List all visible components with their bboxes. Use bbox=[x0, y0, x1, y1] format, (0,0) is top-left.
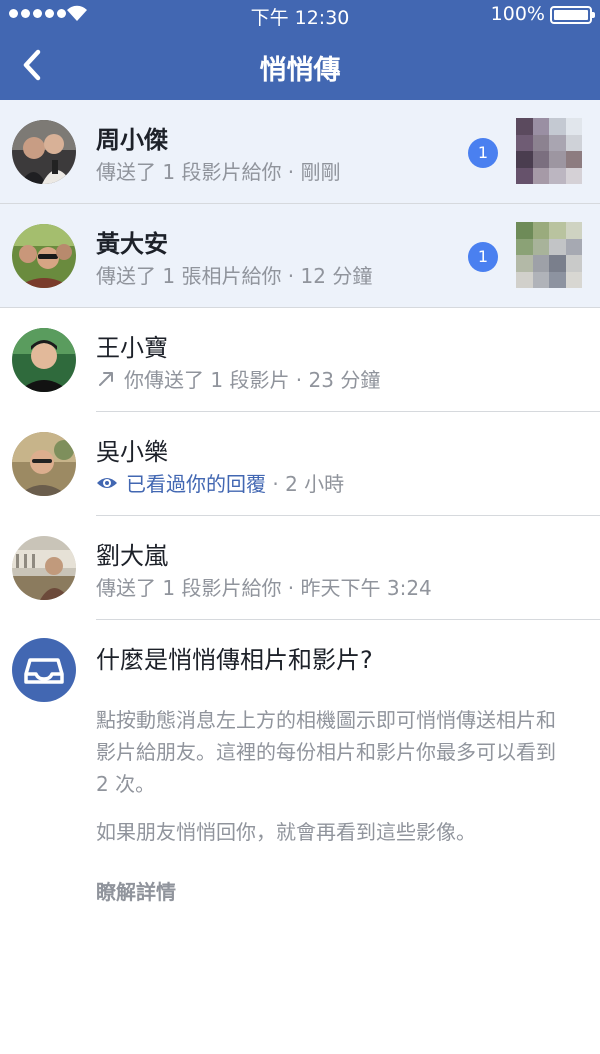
seen-text: 已看過你的回覆 bbox=[126, 472, 266, 496]
message-status: 傳送了 1 段影片給你 · 剛剛 bbox=[96, 156, 341, 185]
message-status: 傳送了 1 段影片給你 · 昨天下午 3:24 bbox=[96, 572, 432, 601]
inbox-icon bbox=[12, 638, 76, 702]
thumbnail-pixel bbox=[532, 238, 549, 255]
battery-icon bbox=[550, 6, 595, 24]
thumbnail-pixel bbox=[565, 222, 582, 239]
navigation-bar: 悄悄傳 bbox=[0, 30, 600, 100]
message-status: 已看過你的回覆 · 2 小時 bbox=[96, 468, 344, 497]
conversation-list: 周小傑 傳送了 1 段影片給你 · 剛剛 1 黃大安 傳送了 1 張相片給你 ·… bbox=[0, 100, 600, 620]
learn-more-link[interactable]: 瞭解詳情 bbox=[96, 876, 176, 905]
page-title: 悄悄傳 bbox=[259, 55, 341, 86]
thumbnail-pixel bbox=[532, 255, 549, 272]
media-thumbnail bbox=[516, 118, 582, 184]
avatar bbox=[12, 432, 76, 496]
unread-badge: 1 bbox=[468, 138, 498, 168]
avatar bbox=[12, 536, 76, 600]
thumbnail-pixel bbox=[516, 118, 533, 135]
thumbnail-pixel bbox=[532, 167, 549, 184]
contact-name: 周小傑 bbox=[96, 126, 168, 154]
thumbnail-pixel bbox=[532, 118, 549, 135]
battery-percentage: 100% bbox=[490, 3, 545, 25]
thumbnail-pixel bbox=[516, 271, 533, 288]
thumbnail-pixel bbox=[565, 271, 582, 288]
thumbnail-pixel bbox=[516, 255, 533, 272]
avatar bbox=[12, 328, 76, 392]
thumbnail-pixel bbox=[516, 134, 533, 151]
thumbnail-pixel bbox=[516, 222, 533, 239]
back-button[interactable] bbox=[14, 46, 50, 84]
status-text: 你傳送了 1 段影片 · 23 分鐘 bbox=[124, 368, 381, 392]
conversation-row[interactable]: 周小傑 傳送了 1 段影片給你 · 剛剛 1 bbox=[0, 100, 600, 204]
eye-icon bbox=[97, 477, 117, 488]
thumbnail-pixel bbox=[565, 167, 582, 184]
contact-name: 王小寶 bbox=[96, 334, 168, 362]
status-bar: 下午 12:30 100% bbox=[0, 0, 600, 30]
row-divider bbox=[96, 619, 600, 620]
avatar bbox=[12, 224, 76, 288]
thumbnail-pixel bbox=[549, 118, 566, 135]
thumbnail-pixel bbox=[549, 151, 566, 168]
thumbnail-pixel bbox=[565, 151, 582, 168]
message-status: 傳送了 1 張相片給你 · 12 分鐘 bbox=[96, 260, 372, 289]
chevron-left-icon bbox=[23, 49, 41, 81]
media-thumbnail bbox=[516, 222, 582, 288]
info-paragraph: 如果朋友悄悄回你，就會再看到這些影像。 bbox=[96, 820, 476, 844]
contact-name: 吳小樂 bbox=[96, 438, 168, 466]
thumbnail-pixel bbox=[549, 167, 566, 184]
status-text: 傳送了 1 段影片給你 · 昨天下午 3:24 bbox=[96, 576, 432, 600]
conversation-row[interactable]: 黃大安 傳送了 1 張相片給你 · 12 分鐘 1 bbox=[0, 204, 600, 308]
conversation-row[interactable]: 吳小樂 已看過你的回覆 · 2 小時 bbox=[0, 412, 600, 516]
status-text: 傳送了 1 段影片給你 · 剛剛 bbox=[96, 160, 341, 184]
message-status: 你傳送了 1 段影片 · 23 分鐘 bbox=[96, 364, 380, 393]
thumbnail-pixel bbox=[549, 271, 566, 288]
thumbnail-pixel bbox=[549, 255, 566, 272]
app-header: 下午 12:30 100% 悄悄傳 bbox=[0, 0, 600, 100]
sent-arrow-icon bbox=[99, 371, 113, 386]
thumbnail-pixel bbox=[565, 238, 582, 255]
thumbnail-pixel bbox=[565, 134, 582, 151]
thumbnail-pixel bbox=[516, 151, 533, 168]
thumbnail-pixel bbox=[516, 167, 533, 184]
unread-badge: 1 bbox=[468, 242, 498, 272]
status-text: 傳送了 1 張相片給你 · 12 分鐘 bbox=[96, 264, 373, 288]
contact-name: 劉大嵐 bbox=[96, 542, 168, 570]
status-time: · 2 小時 bbox=[266, 472, 345, 496]
info-title: 什麼是悄悄傳相片和影片? bbox=[96, 646, 373, 674]
conversation-row[interactable]: 王小寶 你傳送了 1 段影片 · 23 分鐘 bbox=[0, 308, 600, 412]
info-paragraph: 點按動態消息左上方的相機圖示即可悄悄傳送相片和影片給朋友。這裡的每份相片和影片你… bbox=[96, 708, 556, 796]
thumbnail-pixel bbox=[516, 238, 533, 255]
thumbnail-pixel bbox=[532, 151, 549, 168]
thumbnail-pixel bbox=[565, 255, 582, 272]
avatar bbox=[12, 120, 76, 184]
thumbnail-pixel bbox=[549, 222, 566, 239]
thumbnail-pixel bbox=[549, 134, 566, 151]
contact-name: 黃大安 bbox=[96, 230, 168, 258]
thumbnail-pixel bbox=[532, 222, 549, 239]
thumbnail-pixel bbox=[549, 238, 566, 255]
thumbnail-pixel bbox=[532, 271, 549, 288]
thumbnail-pixel bbox=[565, 118, 582, 135]
conversation-row[interactable]: 劉大嵐 傳送了 1 段影片給你 · 昨天下午 3:24 bbox=[0, 516, 600, 620]
thumbnail-pixel bbox=[532, 134, 549, 151]
